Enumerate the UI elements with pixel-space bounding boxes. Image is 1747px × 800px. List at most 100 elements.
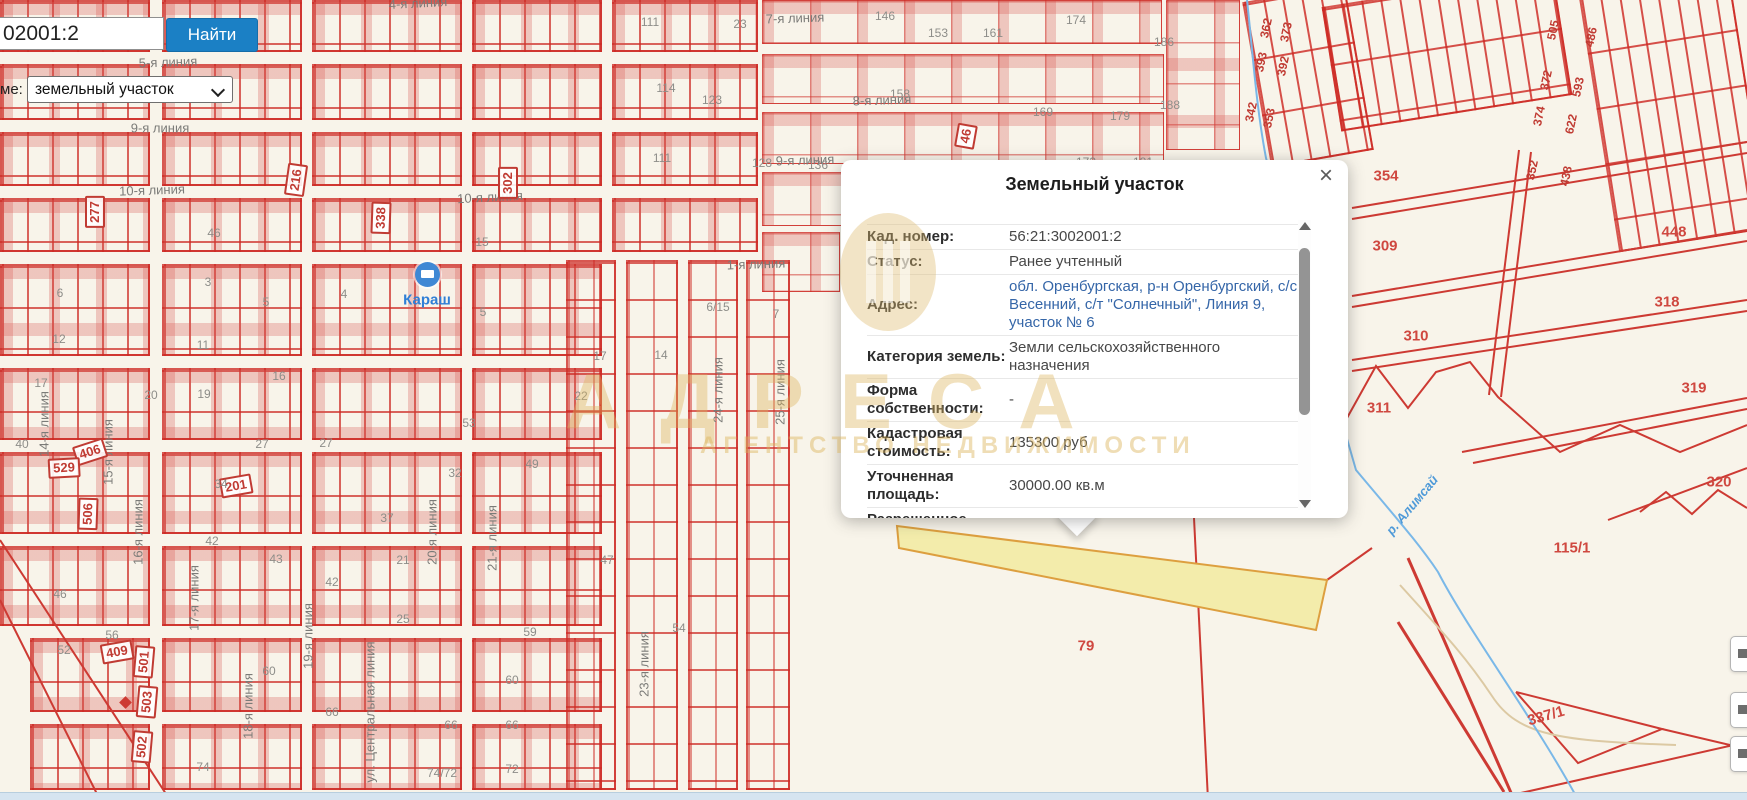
parcel-block [162,546,302,626]
parcel-block [688,260,738,790]
popup-title: Земельный участок [841,174,1348,195]
selected-parcel[interactable] [897,526,1327,630]
popup-row: Статус:Ранее учтенный [867,249,1299,274]
popup-row: Уточненная площадь:30000.00 кв.м [867,464,1299,507]
parcel-block [162,724,302,790]
field-value: Ранее учтенный [1009,253,1299,271]
parcel-block [0,452,150,534]
popup-row: Форма собственности:- [867,378,1299,421]
field-value: Земли сельскохозяйственного назначения [1009,339,1299,375]
settlement-marker-icon[interactable] [415,262,440,287]
parcel-number: 309 [1372,238,1397,255]
parcel-block [312,546,462,626]
parcel-info-popup: Земельный участок × Кад. номер:56:21:300… [841,160,1348,518]
parcel-number: 79 [1078,638,1095,655]
chevron-down-icon [211,83,225,97]
map-control-button[interactable] [1730,692,1747,728]
parcel-block [312,132,462,186]
parcel-block [762,112,1164,164]
parcel-number-rotated: 342 [1242,101,1260,124]
parcel-block [0,264,150,356]
scroll-up-icon[interactable] [1299,222,1311,230]
parcel-number: 310 [1403,328,1428,345]
parcel-block [566,260,616,790]
close-icon[interactable]: × [1314,164,1338,188]
parcel-number-rotated: 352 [1523,159,1541,182]
parcel-block [762,0,1162,44]
parcel-block [472,132,602,186]
map-control-button[interactable] [1730,736,1747,772]
parcel-block [162,264,302,356]
parcel-block [612,132,758,186]
parcel-number: 354 [1373,168,1398,185]
parcel-block [746,260,790,790]
parcel-number: 311 [1367,400,1391,417]
parcel-block [0,198,150,252]
parcel-number: 319 [1681,380,1706,397]
parcel-block [626,260,678,790]
field-value: 30000.00 кв.м [1009,477,1299,495]
river-label: р. Алимсай [1383,472,1441,537]
field-value: обл. Оренбургская, р-н Оренбургский, с/с… [1009,278,1299,332]
parcel-block [0,546,150,626]
field-label: Форма собственности: [867,382,1009,418]
parcel-block [472,64,602,120]
horizontal-scrollbar[interactable] [0,792,1747,800]
map-canvas[interactable]: 4-я линия5-я линия9-я линия10-я линия10-… [0,0,1747,800]
popup-rows: Кад. номер:56:21:3002001:2Статус:Ранее у… [867,224,1299,518]
popup-row: Разрешенное [867,507,1299,518]
parcel-block [312,368,462,440]
object-type-select[interactable]: земельный участок [27,76,233,103]
parcel-block [30,638,150,712]
find-button[interactable]: Найти [166,18,258,52]
parcel-block [162,638,302,712]
field-label: Адрес: [867,296,1009,314]
parcel-block [162,198,302,252]
field-value: 56:21:3002001:2 [1009,228,1299,246]
field-label: Разрешенное [867,511,1009,518]
parcel-block [612,198,758,252]
parcel-block [312,0,462,52]
parcel-block [612,64,758,120]
parcel-block [762,232,840,292]
parcel-block [162,452,302,534]
parcel-block [472,198,602,252]
parcel-number: 115/1 [1554,540,1591,557]
field-value: - [1009,391,1299,409]
parcel-block [312,452,462,534]
parcel-block [762,54,1164,104]
popup-row: Категория земель:Земли сельскохозяйствен… [867,335,1299,378]
field-value: 135300 руб [1009,434,1299,452]
search-input[interactable] [0,17,164,50]
parcel-block [162,132,302,186]
parcel-block [162,368,302,440]
parcel-block [1166,0,1240,150]
popup-row: Адрес:обл. Оренбургская, р-н Оренбургски… [867,274,1299,335]
lot-number: 59 [523,625,536,639]
parcel-number: 318 [1654,294,1679,311]
scrollbar-thumb[interactable] [1299,248,1310,415]
parcel-block [1322,0,1573,132]
settlement-label: Караш [403,292,451,309]
parcel-number: 320 [1706,474,1731,491]
parcel-block [312,198,462,252]
parcel-number-rotated: 622 [1562,113,1580,136]
map-control-button[interactable] [1730,636,1747,672]
parcel-block [312,724,462,790]
parcel-block [30,724,150,790]
parcel-number: 337/1 [1526,703,1567,730]
popup-row: Кад. номер:56:21:3002001:2 [867,224,1299,249]
scroll-down-icon[interactable] [1299,500,1311,508]
field-label: Категория земель: [867,348,1009,366]
field-label: Уточненная площадь: [867,468,1009,504]
parcel-block [0,132,150,186]
parcel-block [472,0,602,52]
popup-scrollbar[interactable] [1298,220,1311,510]
parcel-block [312,638,462,712]
parcel-block [0,368,150,440]
field-label: Кадастровая стоимость: [867,425,1009,461]
field-label: Статус: [867,253,1009,271]
popup-row: Кадастровая стоимость:135300 руб [867,421,1299,464]
parcel-block [312,64,462,120]
parcel-number-rotated: 374 [1530,105,1548,128]
